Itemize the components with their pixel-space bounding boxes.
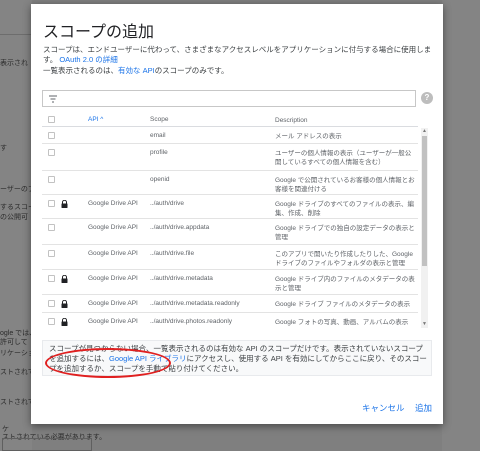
enabled-api-link[interactable]: 有効な API <box>118 66 155 75</box>
row-api: Google Drive API <box>88 224 138 231</box>
row-scope: ../auth/drive.file <box>150 250 195 257</box>
row-checkbox[interactable] <box>48 250 55 257</box>
table-row[interactable]: Google Drive API ../auth/drive Google ドラ… <box>42 195 418 219</box>
row-checkbox[interactable] <box>48 275 55 282</box>
table-row[interactable]: Google Drive API ../auth/drive.metadata … <box>42 270 418 295</box>
table-row[interactable]: email メール アドレスの表示 <box>42 127 418 144</box>
table-row[interactable]: Google Drive API ../auth/drive.appdata G… <box>42 219 418 245</box>
row-description: ユーザーの個人情報の表示（ユーザーが一般公開しているすべての個人情報を含む） <box>275 150 412 166</box>
row-scope: ../auth/drive.appdata <box>150 224 210 231</box>
dialog-title: スコープの追加 <box>43 24 155 41</box>
background-text: の公開可 <box>0 214 28 221</box>
lock-icon <box>61 318 68 326</box>
select-all-checkbox[interactable] <box>48 116 55 123</box>
add-button[interactable]: 追加 <box>415 402 432 414</box>
table-row[interactable]: Google Drive API ../auth/drive.file このアプ… <box>42 245 418 270</box>
background-right-column <box>442 0 480 451</box>
row-api: Google Drive API <box>88 250 138 257</box>
description-line2-suffix: のスコープのみです。 <box>154 66 229 75</box>
row-scope: email <box>150 132 166 139</box>
help-icon[interactable]: ? <box>421 92 433 104</box>
row-scope: openid <box>150 176 170 183</box>
background-text: するスコー <box>0 204 35 211</box>
background-input <box>2 438 92 451</box>
column-header-api[interactable]: API ^ <box>88 116 103 123</box>
row-description: メール アドレスの表示 <box>275 133 342 140</box>
filter-input[interactable] <box>42 90 416 107</box>
row-checkbox[interactable] <box>48 318 55 325</box>
lock-icon <box>61 300 68 308</box>
background-text: リケーショ <box>0 350 35 357</box>
column-header-api-label: API <box>88 116 99 123</box>
lock-icon <box>61 200 68 208</box>
add-scopes-dialog: スコープの追加 スコープは、エンドユーザーに代わって、さまざまなアクセスレベルを… <box>31 4 443 424</box>
row-scope: ../auth/drive.metadata <box>150 275 213 282</box>
row-checkbox[interactable] <box>48 300 55 307</box>
row-api: Google Drive API <box>88 275 138 282</box>
row-checkbox[interactable] <box>48 149 55 156</box>
oauth-learn-more-link[interactable]: OAuth 2.0 の詳細 <box>59 55 117 64</box>
row-api: Google Drive API <box>88 300 138 307</box>
scroll-thumb[interactable] <box>422 136 427 266</box>
table-row[interactable]: openid Google で公開されているお客様の個人情報とお客様を関連付ける <box>42 171 418 195</box>
background-text: 表示され <box>0 60 28 67</box>
scroll-down-arrow-icon[interactable]: ▼ <box>421 321 428 328</box>
lock-icon <box>61 275 68 283</box>
row-description: Google ドライブでの独自の設定データの表示と管理 <box>275 225 415 241</box>
row-scope: ../auth/drive <box>150 200 184 207</box>
filter-icon <box>49 95 57 103</box>
scopes-table: API ^ Scope Description email メール アドレスの表… <box>42 112 428 328</box>
row-scope: profile <box>150 149 168 156</box>
table-header: API ^ Scope Description <box>42 112 418 127</box>
row-description: Google フォトの写真、動画、アルバムの表示 <box>275 319 409 326</box>
column-header-description: Description <box>275 117 308 124</box>
row-description: Google ドライブ内のファイルのメタデータの表示と管理 <box>275 276 415 292</box>
row-checkbox[interactable] <box>48 132 55 139</box>
background-text: 許可して <box>0 339 28 346</box>
row-description: このアプリで開いたり作成したりした、Google ドライブのファイルやフォルダの… <box>275 251 413 267</box>
cancel-button[interactable]: キャンセル <box>362 402 405 414</box>
scroll-up-arrow-icon[interactable]: ▲ <box>421 128 428 135</box>
row-checkbox[interactable] <box>48 176 55 183</box>
background-divider <box>0 34 32 35</box>
sort-ascending-icon: ^ <box>100 116 104 123</box>
row-scope: ../auth/drive.metadata.readonly <box>150 300 240 307</box>
table-scrollbar[interactable]: ▲ ▼ <box>421 128 428 328</box>
background-text: ストされて <box>0 399 35 406</box>
row-scope: ../auth/drive.photos.readonly <box>150 318 233 325</box>
red-annotation-circle <box>45 348 171 378</box>
row-description: Google ドライブ ファイルのメタデータの表示 <box>275 301 411 308</box>
row-description: Google ドライブのすべてのファイルの表示、編集、作成、削除 <box>275 201 415 217</box>
table-row[interactable]: Google Drive API ../auth/drive.photos.re… <box>42 313 418 328</box>
row-description: Google で公開されているお客様の個人情報とお客様を関連付ける <box>275 177 415 193</box>
table-row[interactable]: profile ユーザーの個人情報の表示（ユーザーが一般公開しているすべての個人… <box>42 144 418 171</box>
background-text: ストされて <box>0 369 35 376</box>
dialog-description-line2: 一覧表示されるのは、有効な APIのスコープのみです。 <box>43 65 229 76</box>
row-api: Google Drive API <box>88 200 138 207</box>
background-text: す <box>0 145 7 152</box>
table-row[interactable]: Google Drive API ../auth/drive.metadata.… <box>42 295 418 313</box>
dialog-description: スコープは、エンドユーザーに代わって、さまざまなアクセスレベルをアプリケーション… <box>43 45 435 65</box>
row-api: Google Drive API <box>88 318 138 325</box>
row-checkbox[interactable] <box>48 224 55 231</box>
row-checkbox[interactable] <box>48 200 55 207</box>
description-line2-prefix: 一覧表示されるのは、 <box>43 66 118 75</box>
column-header-scope: Scope <box>150 116 169 123</box>
